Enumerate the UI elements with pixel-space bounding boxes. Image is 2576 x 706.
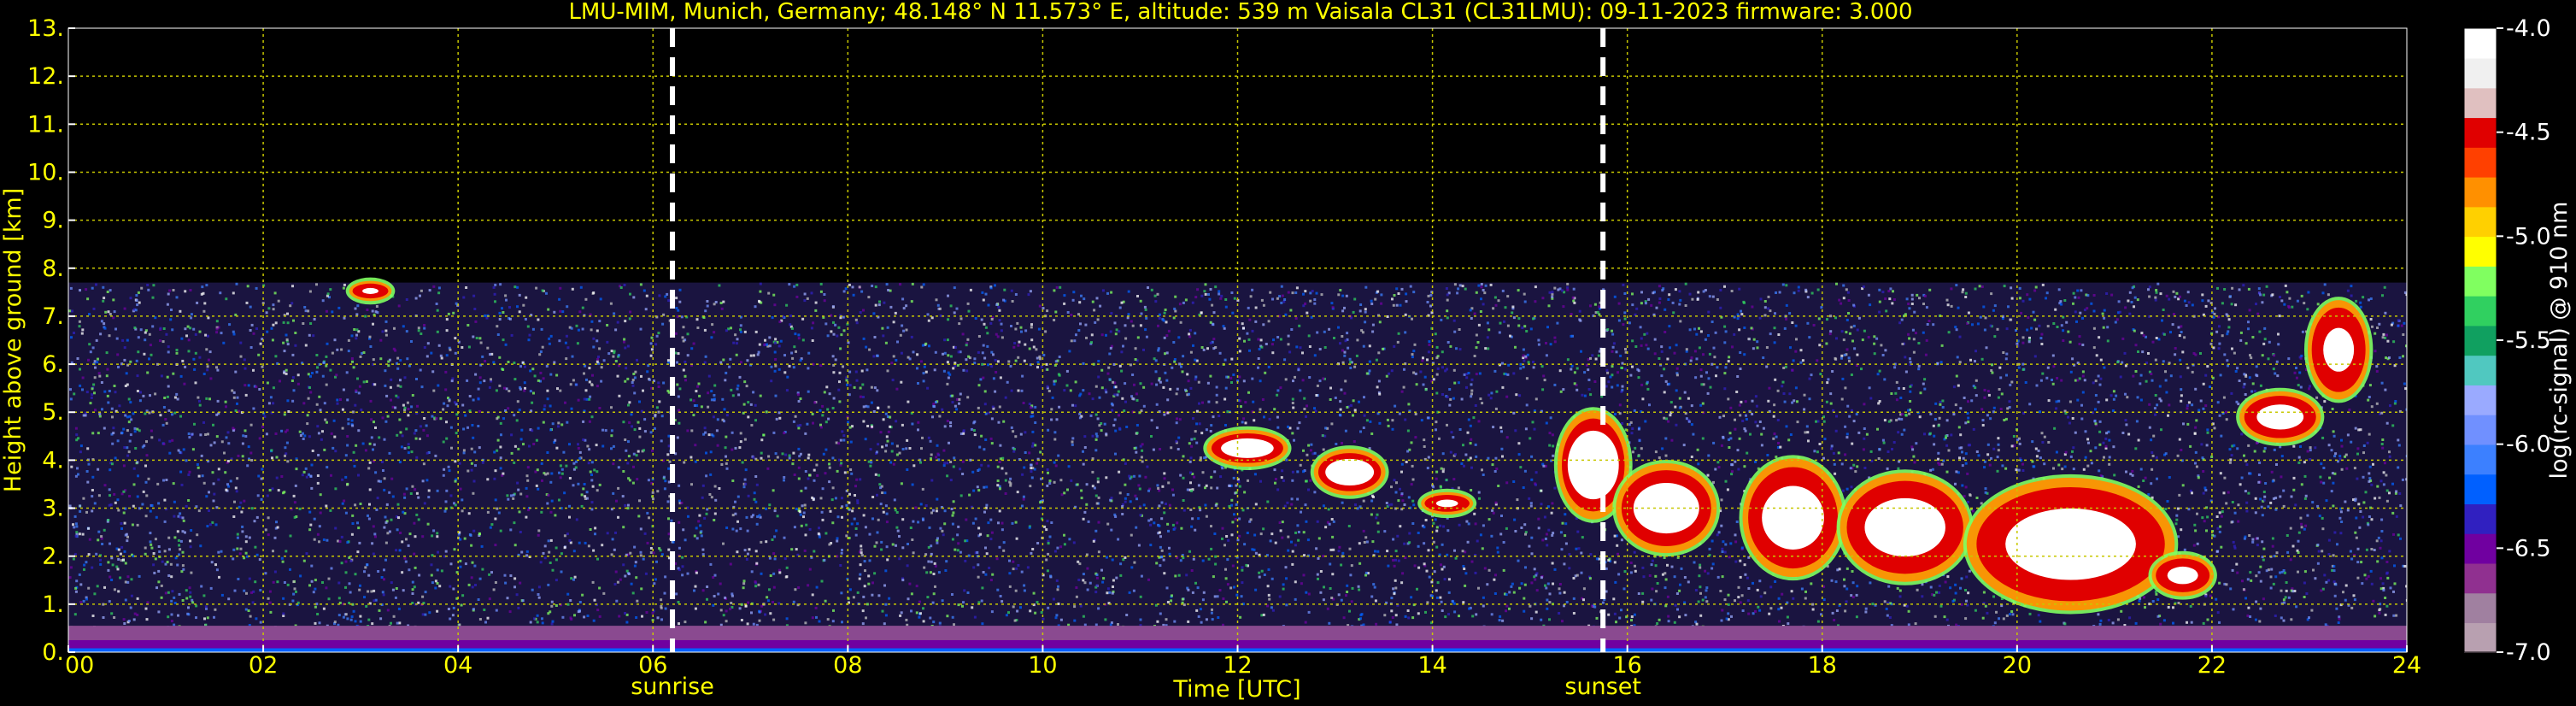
colorbar-segment xyxy=(2464,562,2497,594)
x-tick-label: 16 xyxy=(1612,652,1641,679)
y-tick-label: 12. xyxy=(27,63,64,90)
y-tick-label: 10. xyxy=(27,159,64,185)
y-tick-label: 5. xyxy=(42,399,64,426)
y-tick-label: 7. xyxy=(42,303,64,330)
x-tick-label: 00 xyxy=(65,652,94,679)
x-tick-label: 12 xyxy=(1223,652,1252,679)
cloud-layer xyxy=(1203,426,1292,470)
y-tick-label: 13. xyxy=(27,15,64,42)
colorbar-segment xyxy=(2464,592,2497,624)
cloud-layer xyxy=(1310,445,1389,499)
ceilometer-figure: LMU-MIM, Munich, Germany; 48.148° N 11.5… xyxy=(0,0,2576,706)
y-tick-label: 9. xyxy=(42,208,64,234)
colorbar-segment xyxy=(2464,57,2497,89)
colorbar-tick-label: -7.0 xyxy=(2506,639,2551,666)
ceilometer-plot: LMU-MIM, Munich, Germany; 48.148° N 11.5… xyxy=(0,0,2576,706)
colorbar-segment xyxy=(2464,355,2497,385)
x-tick-label: 20 xyxy=(2003,652,2032,679)
colorbar-segment xyxy=(2464,236,2497,267)
colorbar-segment xyxy=(2464,176,2497,208)
colorbar-segment xyxy=(2464,147,2497,178)
colorbar-segment xyxy=(2464,385,2497,415)
colorbar-segment xyxy=(2464,474,2497,504)
y-tick-label: 6. xyxy=(42,351,64,378)
cloud-layer xyxy=(345,277,396,305)
x-tick-label: 24 xyxy=(2392,652,2421,679)
colorbar-segment xyxy=(2464,266,2497,297)
colorbar-tick-label: -5.5 xyxy=(2506,327,2551,354)
colorbar-segment xyxy=(2464,295,2497,327)
cloud-layer xyxy=(2303,297,2374,403)
colorbar-segment xyxy=(2464,414,2497,445)
colorbar-segment xyxy=(2464,28,2497,59)
x-tick-label: 10 xyxy=(1028,652,1057,679)
colorbar-segment xyxy=(2464,325,2497,356)
x-tick-label: 04 xyxy=(443,652,472,679)
colorbar xyxy=(2464,28,2497,653)
colorbar-tick-label: -4.5 xyxy=(2506,120,2551,146)
cloud-layer xyxy=(2148,550,2217,600)
x-tick-label: 08 xyxy=(833,652,862,679)
colorbar-label: log(rc-signal) @ 910 nm xyxy=(2546,202,2573,479)
cloud-layer xyxy=(1963,474,2179,615)
cloud-layer xyxy=(1417,488,1477,519)
y-tick-label: 2. xyxy=(42,544,64,570)
x-tick-label: 14 xyxy=(1417,652,1446,679)
y-tick-label: 11. xyxy=(27,111,64,138)
x-tick-label: 18 xyxy=(1808,652,1837,679)
y-tick-label: 1. xyxy=(42,591,64,618)
cloud-layer xyxy=(1739,455,1847,581)
colorbar-segment xyxy=(2464,532,2497,564)
colorbar-segment xyxy=(2464,622,2497,653)
colorbar-segment xyxy=(2464,503,2497,534)
colorbar-tick-label: -6.5 xyxy=(2506,535,2551,562)
y-tick-label: 0. xyxy=(42,639,64,666)
y-tick-label: 3. xyxy=(42,496,64,522)
colorbar-segment xyxy=(2464,444,2497,475)
colorbar-tick-label: -5.0 xyxy=(2506,223,2551,250)
y-tick-label: 4. xyxy=(42,447,64,474)
x-tick-label: 06 xyxy=(638,652,667,679)
cloud-layer xyxy=(1836,469,1974,585)
x-axis-label: Time [UTC] xyxy=(1172,676,1300,703)
y-tick-label: 8. xyxy=(42,256,64,282)
y-axis-label: Height above ground [km] xyxy=(0,188,26,492)
colorbar-segment xyxy=(2464,87,2497,119)
chart-title: LMU-MIM, Munich, Germany; 48.148° N 11.5… xyxy=(568,0,1912,25)
colorbar-tick-label: -6.0 xyxy=(2506,432,2551,458)
colorbar-segment xyxy=(2464,206,2497,238)
backscatter-heatmap xyxy=(68,277,2407,652)
colorbar-segment xyxy=(2464,117,2497,148)
x-tick-label: 02 xyxy=(249,652,278,679)
x-tick-label: 22 xyxy=(2198,652,2227,679)
cloud-layer xyxy=(2236,387,2325,446)
colorbar-tick-label: -4.0 xyxy=(2506,15,2551,42)
